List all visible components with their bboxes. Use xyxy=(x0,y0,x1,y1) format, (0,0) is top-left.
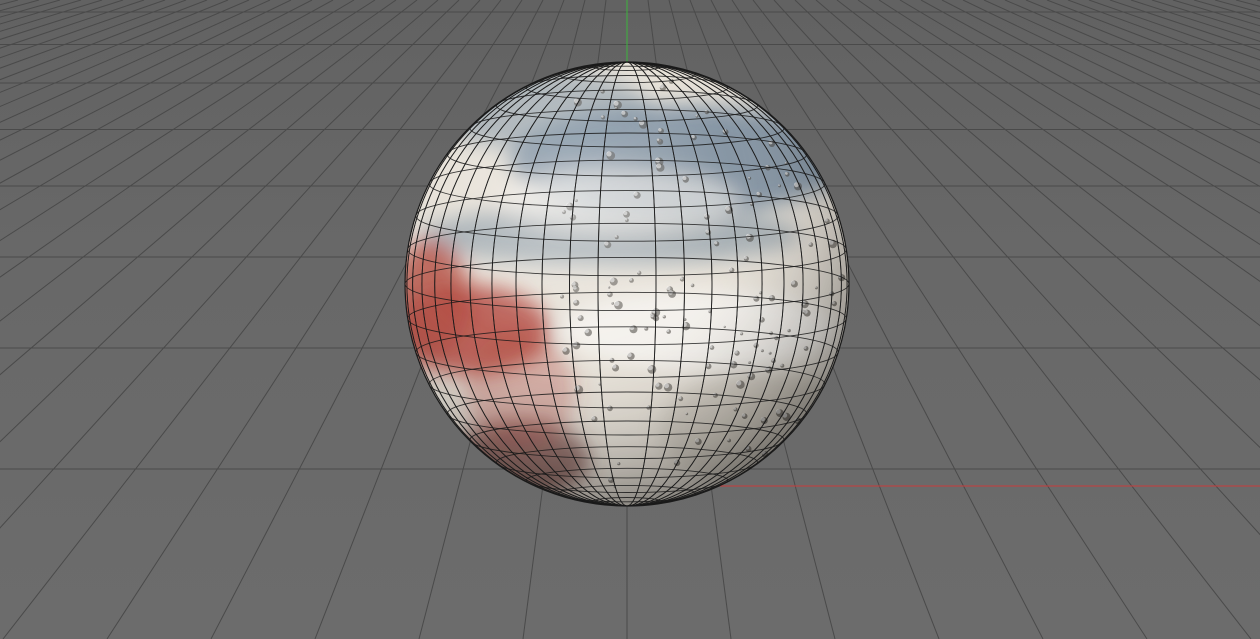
grid-line-radial xyxy=(1193,0,1260,20)
grid-line-radial xyxy=(1172,0,1260,27)
grid-line-radial xyxy=(0,0,376,242)
grid-line-radial xyxy=(1004,0,1260,110)
grid-line-radial xyxy=(0,0,229,93)
grid-line-radial xyxy=(815,0,1260,381)
grid-line-radial xyxy=(0,0,61,18)
grid-line-radial xyxy=(0,0,124,40)
grid-line-radial xyxy=(1235,0,1260,7)
grid-line-radial xyxy=(899,0,1260,214)
grid-line-radial xyxy=(0,0,460,443)
3d-viewport[interactable] xyxy=(0,0,1260,639)
grid-line-radial xyxy=(920,0,1260,187)
grid-line-radial xyxy=(941,0,1260,164)
grid-line-radial xyxy=(962,0,1260,144)
grid-line-radial xyxy=(773,0,1260,536)
grid-line-radial xyxy=(0,0,418,322)
grid-line-radial xyxy=(1151,0,1260,34)
grid-line-radial xyxy=(0,0,145,49)
scene-canvas[interactable] xyxy=(0,0,1260,639)
textured-sphere[interactable] xyxy=(390,61,860,507)
grid-line-radial xyxy=(0,0,103,32)
grid-line-radial xyxy=(857,0,1260,282)
grid-line-radial xyxy=(0,0,334,184)
sphere-shading xyxy=(405,62,849,506)
grid-line-radial xyxy=(0,0,292,141)
grid-line-radial xyxy=(1067,0,1260,71)
grid-line-radial xyxy=(1088,0,1260,61)
grid-line-radial xyxy=(0,0,355,211)
grid-line-radial xyxy=(1214,0,1260,13)
grid-line-radial xyxy=(0,0,271,123)
grid-line-radial xyxy=(878,0,1260,246)
grid-line-radial xyxy=(983,0,1260,126)
grid-line-radial xyxy=(1109,0,1260,51)
grid-line-radial xyxy=(0,0,40,12)
grid-line-radial xyxy=(0,0,313,161)
grid-line-radial xyxy=(0,0,439,376)
grid-line-radial xyxy=(0,0,82,25)
grid-line-radial xyxy=(0,0,208,81)
